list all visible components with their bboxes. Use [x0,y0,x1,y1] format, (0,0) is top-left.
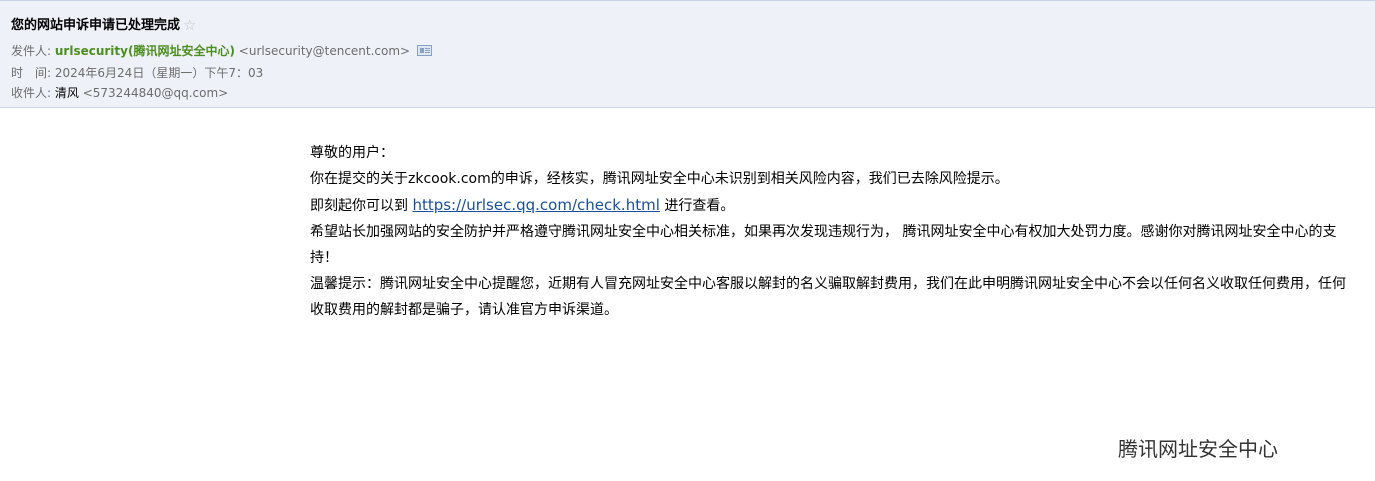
sender-name[interactable]: urlsecurity(腾讯网址安全中心) [55,44,235,58]
body-line-2-prefix: 即刻起你可以到 [310,198,413,214]
recipient-email: <573244840@qq.com> [82,86,229,100]
body-line-2: 即刻起你可以到 https://urlsec.qq.com/check.html… [310,192,1350,219]
recipient-name[interactable]: 清风 [55,86,79,100]
time-label: 时 间: [11,66,52,80]
vcard-icon[interactable] [416,45,432,56]
check-link[interactable]: https://urlsec.qq.com/check.html [412,196,659,214]
body-line-1: 你在提交的关于zkcook.com的申诉，经核实，腾讯网址安全中心未识别到相关风… [310,171,1009,187]
from-label: 发件人: [11,44,52,58]
mail-body: 尊敬的用户： 你在提交的关于zkcook.com的申诉，经核实，腾讯网址安全中心… [310,140,1350,323]
to-row: 收件人: 清风 <573244840@qq.com> [11,84,228,101]
time-value: 2024年6月24日（星期一）下午7：03 [54,66,264,80]
time-row: 时 间: 2024年6月24日（星期一）下午7：03 [11,64,263,81]
body-line-2-suffix: 进行查看。 [659,198,735,214]
signature: 腾讯网址安全中心 [1118,437,1278,461]
greeting: 尊敬的用户： [310,145,394,161]
mail-header: 您的网站申诉申请已处理完成 ☆ 发件人: urlsecurity(腾讯网址安全中心… [0,0,1375,108]
body-line-4: 温馨提示：腾讯网址安全中心提醒您，近期有人冒充网址安全中心客服以解封的名义骗取解… [310,276,1346,318]
subject-text: 您的网站申诉申请已处理完成 [11,18,181,33]
from-row: 发件人: urlsecurity(腾讯网址安全中心) <urlsecurity@… [11,42,432,59]
sender-email: <urlsecurity@tencent.com> [238,44,411,58]
mail-subject: 您的网站申诉申请已处理完成 ☆ [11,14,196,34]
body-line-3: 希望站长加强网站的安全防护并严格遵守腾讯网址安全中心相关标准，如果再次发现违规行… [310,224,1337,266]
to-label: 收件人: [11,86,52,100]
star-icon[interactable]: ☆ [183,16,196,34]
